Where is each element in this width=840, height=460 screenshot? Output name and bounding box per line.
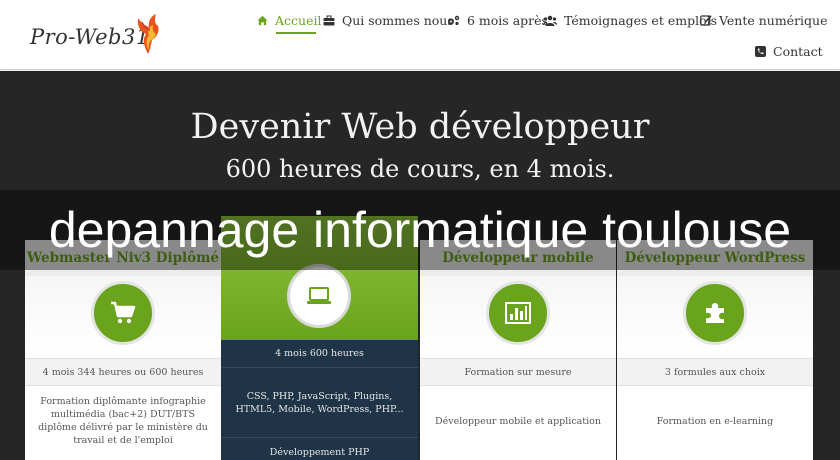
nav-label: Contact	[773, 43, 823, 59]
card-duration: 3 formules aux choix	[617, 358, 813, 386]
card-icon-circle[interactable]	[91, 281, 155, 345]
phone-icon	[755, 45, 766, 57]
nav-label: Vente numérique	[719, 12, 828, 28]
laptop-icon	[307, 287, 331, 304]
card-description: CSS, PHP, JavaScript, Plugins, HTML5, Mo…	[221, 368, 418, 438]
edit-icon	[700, 15, 712, 26]
card-duration: 4 mois 344 heures ou 600 heures	[25, 358, 221, 386]
nav-label: Qui sommes nous	[342, 12, 454, 28]
card-icon-circle[interactable]	[486, 281, 550, 345]
course-card-webmaster[interactable]: Webmaster Niv3 Diplômé 4 mois 344 heures…	[25, 240, 221, 460]
site-logo[interactable]: Pro-Web31	[30, 12, 165, 58]
logo-text: Pro-Web31	[30, 25, 150, 49]
nav-label: 6 mois après	[467, 12, 548, 28]
course-card-wordpress[interactable]: Développeur WordPress 3 formules aux cho…	[617, 240, 813, 460]
nav-vente-numerique[interactable]: Vente numérique	[700, 11, 828, 29]
nav-6-mois-apres[interactable]: 6 mois après	[447, 11, 548, 29]
nav-label: Accueil	[275, 12, 322, 28]
hero-subtitle: 600 heures de cours, en 4 mois.	[225, 155, 615, 183]
nav-contact[interactable]: Contact	[755, 42, 823, 60]
bar-chart-icon	[505, 302, 531, 324]
card-icon-circle[interactable]	[683, 281, 747, 345]
course-card-developpeur-mobile[interactable]: Développeur mobile Formation sur mesure …	[420, 240, 616, 460]
card-description: Formation diplômante infographie multimé…	[38, 396, 208, 446]
hero-title: Devenir Web développeur	[190, 107, 650, 147]
users-icon	[543, 15, 557, 26]
card-icon-circle[interactable]	[287, 264, 351, 328]
card-extra: Développement PHP	[269, 446, 370, 458]
site-header: Pro-Web31 Accueil Qui sommes nous 6 mois…	[0, 0, 840, 70]
cart-icon	[111, 301, 136, 324]
home-icon	[257, 15, 268, 25]
nav-label: Témoignages et emplois	[564, 12, 718, 28]
card-duration: Formation sur mesure	[420, 358, 616, 386]
active-nav-indicator	[276, 32, 316, 34]
puzzle-icon	[706, 303, 724, 323]
phoenix-logo-icon	[137, 14, 159, 54]
nav-qui-sommes-nous[interactable]: Qui sommes nous	[323, 11, 454, 29]
overlay-banner-text: depannage informatique toulouse	[48, 202, 792, 258]
nav-accueil[interactable]: Accueil	[257, 11, 321, 29]
overlay-banner: depannage informatique toulouse	[0, 190, 840, 270]
cogs-icon	[448, 15, 460, 25]
card-description: Formation en e-learning	[656, 415, 774, 427]
nav-temoignages[interactable]: Témoignages et emplois	[543, 11, 717, 29]
card-duration: 4 mois 600 heures	[221, 340, 418, 368]
briefcase-icon	[323, 15, 335, 25]
card-description: Développeur mobile et application	[434, 415, 602, 427]
